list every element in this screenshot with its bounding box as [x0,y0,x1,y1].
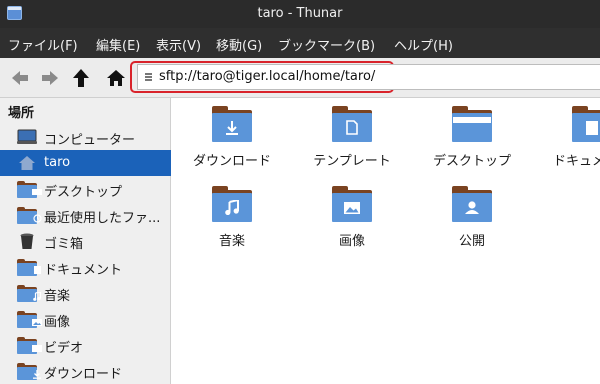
file-item-label: 公開 [458,234,485,249]
sidebar-item-videos[interactable]: ビデオ [0,332,171,358]
sidebar-item-label: ビデオ [44,341,84,356]
menu-help[interactable]: ヘルプ(H) [394,35,453,54]
documents-folder-icon [572,104,600,142]
public-folder-icon [452,184,492,222]
desktop-folder-icon [17,180,42,198]
sidebar-item-label: 音楽 [44,289,71,304]
file-item-desktop[interactable]: デスクトップ [412,98,532,174]
menu-bar: ファイル(F) 編集(E) 表示(V) 移動(G) ブックマーク(B) ヘルプ(… [0,28,600,58]
pictures-folder-icon [17,310,42,328]
trash-icon [17,232,37,250]
sidebar-item-recent[interactable]: 最近使用したファ... [0,202,171,228]
toolbar: sftp://taro@tiger.local/home/taro/ [0,58,600,98]
menu-file[interactable]: ファイル(F) [8,35,78,54]
window-title: taro - Thunar [257,6,343,21]
sidebar-item-label: ゴミ箱 [44,237,84,252]
pictures-folder-icon [332,184,372,222]
downloads-folder-icon [17,362,41,380]
menu-go[interactable]: 移動(G) [216,35,262,54]
sidebar-item-downloads[interactable]: ダウンロード [0,358,171,384]
sidebar-item-label: 画像 [44,315,71,330]
parent-folder-button[interactable] [69,66,93,90]
sidebar-item-label: デスクトップ [44,185,123,200]
downloads-folder-icon [212,104,252,142]
sidebar-item-label: ダウンロード [44,367,123,382]
file-item-templates[interactable]: テンプレート [292,98,412,174]
menu-view[interactable]: 表示(V) [156,35,201,54]
sidebar-item-computer[interactable]: コンピューター [0,124,171,150]
forward-button[interactable] [38,66,62,90]
arrow-right-icon [42,71,58,85]
sidebar-item-documents[interactable]: ドキュメント [0,254,171,280]
sidebar-item-music[interactable]: 音楽 [0,280,171,306]
file-item-label: デスクトップ [432,154,511,169]
file-icon [145,73,152,81]
file-item-documents[interactable]: ドキュメント [532,98,600,174]
file-item-downloads[interactable]: ダウンロード [172,98,292,174]
music-folder-icon [212,184,252,222]
sidebar-item-desktop[interactable]: デスクトップ [0,176,171,202]
home-icon [17,154,37,172]
sidebar-item-trash[interactable]: ゴミ箱 [0,228,171,254]
music-folder-icon [17,284,41,302]
title-bar: taro - Thunar [0,0,600,28]
home-icon [107,70,125,86]
file-item-music[interactable]: 音楽 [172,178,292,254]
file-item-label: テンプレート [313,154,391,169]
file-item-pictures[interactable]: 画像 [292,178,412,254]
sidebar-item-label: コンピューター [44,133,136,148]
arrow-up-icon [73,69,89,87]
sidebar-item-label: taro [44,155,71,170]
desktop-folder-icon [452,104,492,142]
location-bar[interactable]: sftp://taro@tiger.local/home/taro/ [137,64,600,90]
file-item-public[interactable]: 公開 [412,178,532,254]
home-button[interactable] [104,66,128,90]
sidebar-item-home[interactable]: taro [0,150,171,176]
sidebar-item-label: ドキュメント [44,263,123,278]
file-item-label: ダウンロード [192,154,271,169]
menu-bookmarks[interactable]: ブックマーク(B) [278,35,375,54]
location-path[interactable]: sftp://taro@tiger.local/home/taro/ [159,69,375,84]
back-button[interactable] [8,66,32,90]
recent-folder-icon [17,206,42,224]
templates-folder-icon [332,104,372,142]
menu-edit[interactable]: 編集(E) [96,35,140,54]
documents-folder-icon [17,258,41,276]
computer-icon [17,128,37,146]
sidebar: 場所 コンピューター taro デスクトップ 最近使用したファ... ゴミ箱 ド… [0,98,171,384]
arrow-left-icon [12,71,28,85]
file-view[interactable]: ダウンロード テンプレート デスクトップ ドキュメント [172,98,600,384]
videos-folder-icon [17,336,42,354]
sidebar-item-label: 最近使用したファ... [44,211,161,226]
file-item-label: 画像 [338,234,365,249]
sidebar-item-pictures[interactable]: 画像 [0,306,171,332]
sidebar-heading: 場所 [8,106,35,121]
file-item-label: ドキュメント [552,154,600,169]
file-item-label: 音楽 [218,234,245,249]
